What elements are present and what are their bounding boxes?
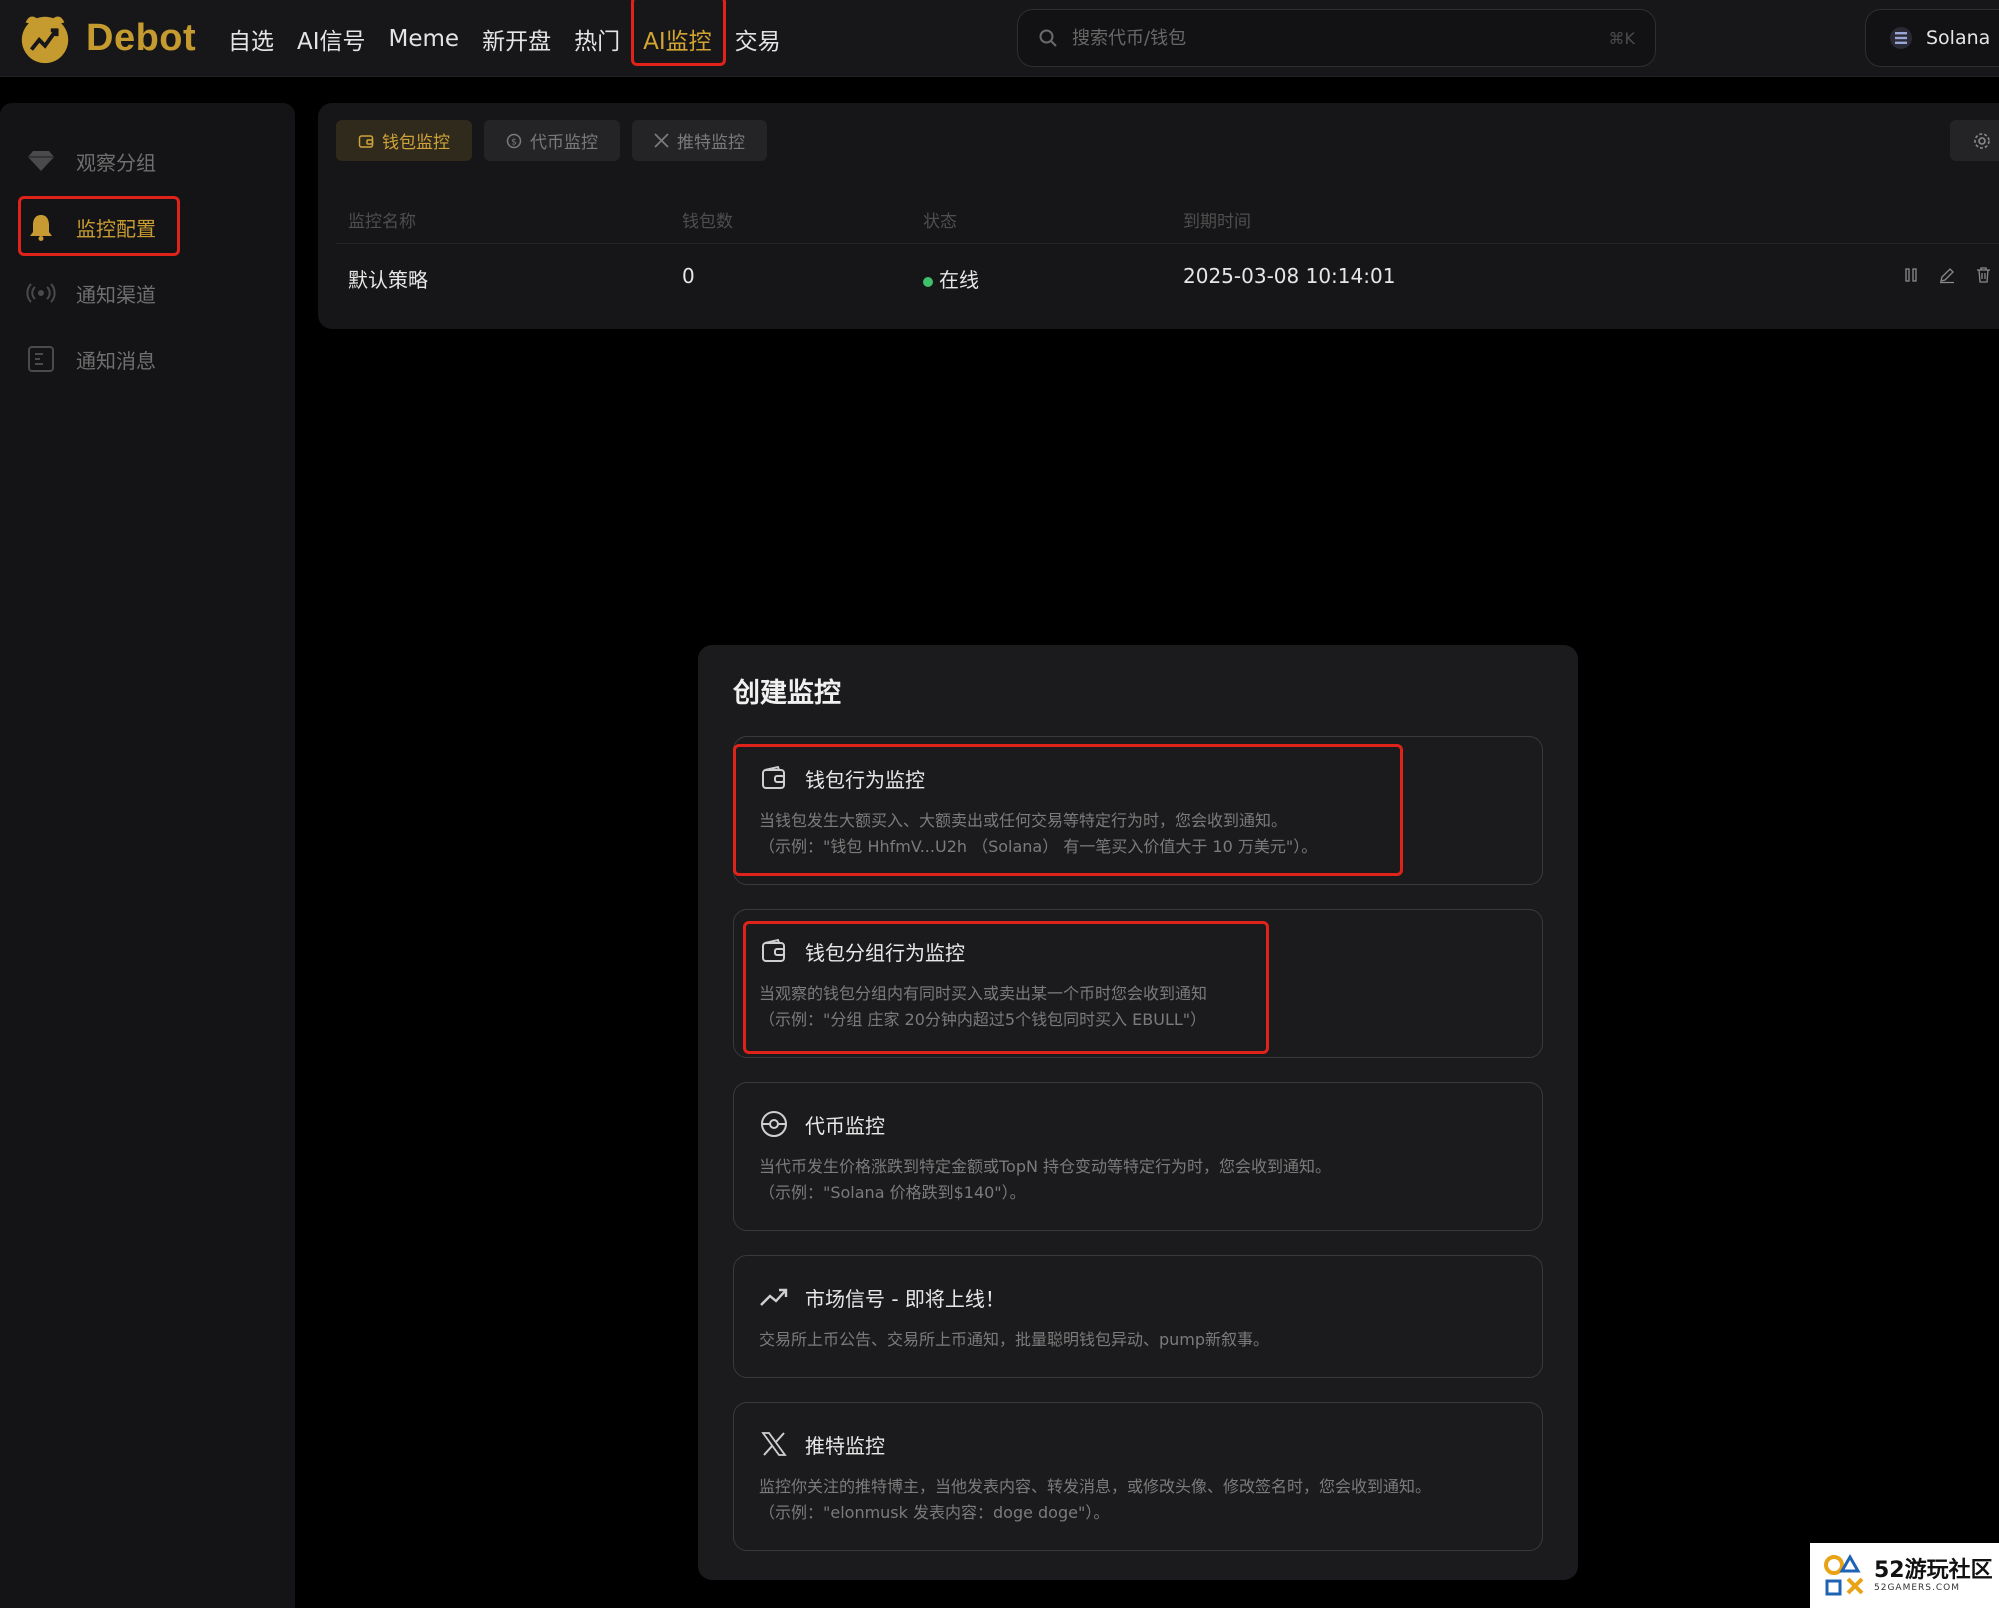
- card-example: （示例："钱包 HhfmV...U2h （Solana） 有一笔买入价值大于 1…: [759, 837, 1318, 856]
- cell-wallet-count: 0: [682, 264, 695, 288]
- table-divider: [336, 243, 1999, 244]
- column-header-status: 状态: [923, 212, 957, 232]
- bull-logo-icon: [21, 16, 69, 64]
- column-header-name: 监控名称: [348, 212, 416, 232]
- sidebar: 观察分组 监控配置 通知渠道 通知消息: [0, 103, 295, 1608]
- sidebar-item-label: 通知渠道: [76, 282, 156, 307]
- card-description: 交易所上币公告、交易所上币通知，批量聪明钱包异动、pump新叙事。: [759, 1330, 1270, 1349]
- column-header-wallets: 钱包数: [682, 212, 733, 232]
- nav-item-watchlist[interactable]: 自选: [228, 22, 274, 56]
- tab-wallet-monitor[interactable]: 钱包监控: [336, 120, 472, 161]
- search-shortcut: ⌘K: [1608, 28, 1636, 48]
- tab-twitter-monitor[interactable]: 推特监控: [632, 120, 767, 161]
- card-description: 当观察的钱包分组内有同时买入或卖出某一个币时您会收到通知: [759, 984, 1208, 1003]
- nav-item-ai-monitor[interactable]: AI监控: [631, 0, 726, 66]
- cell-status: 在线: [923, 264, 979, 293]
- delete-icon[interactable]: [1972, 264, 1994, 286]
- sidebar-item-label: 通知消息: [76, 348, 156, 373]
- brand-name: Debot: [86, 16, 197, 59]
- card-description: 监控你关注的推特博主，当他发表内容、转发消息，或修改头像、修改签名时，您会收到通…: [759, 1477, 1432, 1496]
- row-actions: [1900, 264, 1994, 286]
- cell-expire-time: 2025-03-08 10:14:01: [1183, 264, 1396, 288]
- card-title: 钱包分组行为监控: [805, 940, 965, 965]
- settings-button[interactable]: [1950, 120, 1999, 161]
- card-header: 钱包行为监控: [759, 763, 925, 793]
- card-title: 市场信号 - 即将上线！: [805, 1286, 1005, 1311]
- option-token-monitor[interactable]: 代币监控 当代币发生价格涨跌到特定金额或TopN 持仓变动等特定行为时，您会收到…: [733, 1082, 1543, 1231]
- column-header-expires: 到期时间: [1183, 212, 1251, 232]
- chain-label: Solana: [1926, 27, 1991, 49]
- card-header: 代币监控: [759, 1109, 885, 1139]
- edit-icon[interactable]: [1936, 264, 1958, 286]
- coin-icon: $: [506, 133, 522, 148]
- logo[interactable]: Debot: [16, 8, 196, 68]
- chain-selector[interactable]: Solana: [1865, 9, 1999, 67]
- tab-token-monitor[interactable]: $ 代币监控: [484, 120, 620, 161]
- sidebar-item-notify-messages[interactable]: 通知消息: [26, 335, 156, 383]
- top-bar: Debot 自选 AI信号 Meme 新开盘 热门 AI监控 交易 ⌘K Sol…: [0, 0, 1999, 77]
- card-example: （示例："elonmusk 发表内容：doge doge"）。: [759, 1503, 1110, 1522]
- watermark: 52游玩社区 52GAMERS.COM: [1810, 1543, 1999, 1608]
- diamond-icon: [26, 146, 56, 176]
- watermark-subtitle: 52GAMERS.COM: [1874, 1582, 1960, 1593]
- search-icon: [1039, 29, 1057, 47]
- card-title: 代币监控: [805, 1113, 885, 1138]
- monitor-list-panel: 钱包监控 $ 代币监控 推特监控 监控名称 钱包数 状态 到期时间 默认策略 0…: [318, 103, 1999, 329]
- wallet-icon: [759, 936, 789, 966]
- tab-label: 代币监控: [530, 133, 598, 153]
- broadcast-icon: [26, 278, 56, 308]
- search-box[interactable]: ⌘K: [1017, 9, 1656, 67]
- sidebar-item-notify-channels[interactable]: 通知渠道: [26, 269, 156, 317]
- sidebar-item-label: 观察分组: [76, 150, 156, 175]
- card-header: 钱包分组行为监控: [759, 936, 965, 966]
- option-wallet-behavior[interactable]: 钱包行为监控 当钱包发生大额买入、大额卖出或任何交易等特定行为时，您会收到通知。…: [733, 736, 1543, 885]
- gear-icon: [1974, 132, 1990, 149]
- pause-icon[interactable]: [1900, 264, 1922, 286]
- nav-item-trending[interactable]: 热门: [574, 22, 620, 56]
- card-example: （示例："Solana 价格跌到$140"）。: [759, 1183, 1026, 1202]
- nav-item-trade[interactable]: 交易: [735, 22, 781, 56]
- option-wallet-group-behavior[interactable]: 钱包分组行为监控 当观察的钱包分组内有同时买入或卖出某一个币时您会收到通知 （示…: [733, 909, 1543, 1058]
- gamepad-symbols-icon: [1824, 1553, 1864, 1595]
- svg-text:$: $: [511, 137, 517, 147]
- card-title: 推特监控: [805, 1433, 885, 1458]
- nav-item-meme[interactable]: Meme: [389, 26, 460, 52]
- nav-item-new-pairs[interactable]: 新开盘: [482, 22, 551, 56]
- modal-title: 创建监控: [733, 678, 841, 709]
- card-header: 推特监控: [759, 1429, 885, 1459]
- nav-item-ai-signal[interactable]: AI信号: [297, 22, 366, 56]
- cell-strategy-name: 默认策略: [348, 268, 428, 292]
- card-description: 当钱包发生大额买入、大额卖出或任何交易等特定行为时，您会收到通知。: [759, 811, 1288, 830]
- wallet-icon: [759, 763, 789, 793]
- main-nav: 自选 AI信号 Meme 新开盘 热门 AI监控 交易: [228, 0, 804, 77]
- option-twitter-monitor[interactable]: 推特监控 监控你关注的推特博主，当他发表内容、转发消息，或修改头像、修改签名时，…: [733, 1402, 1543, 1551]
- sidebar-item-watch-groups[interactable]: 观察分组: [26, 137, 156, 185]
- watermark-title: 52游玩社区: [1874, 1557, 1993, 1583]
- option-market-signal[interactable]: 市场信号 - 即将上线！ 交易所上币公告、交易所上币通知，批量聪明钱包异动、pu…: [733, 1255, 1543, 1378]
- create-monitor-modal: 创建监控 钱包行为监控 当钱包发生大额买入、大额卖出或任何交易等特定行为时，您会…: [698, 645, 1578, 1580]
- wallet-icon: [358, 134, 374, 148]
- card-header: 市场信号 - 即将上线！: [759, 1282, 1005, 1312]
- watermark-text: 52游玩社区 52GAMERS.COM: [1874, 1557, 1993, 1593]
- x-logo-icon: [654, 133, 669, 148]
- status-online-dot: [923, 276, 933, 287]
- solana-icon: [1890, 27, 1912, 49]
- tab-label: 推特监控: [677, 133, 745, 153]
- card-description: 当代币发生价格涨跌到特定金额或TopN 持仓变动等特定行为时，您会收到通知。: [759, 1157, 1332, 1176]
- status-text: 在线: [939, 268, 979, 292]
- message-list-icon: [26, 344, 56, 374]
- highlight-box-sidebar: [18, 196, 180, 256]
- coin-target-icon: [759, 1109, 789, 1139]
- trend-up-icon: [759, 1282, 789, 1312]
- x-logo-icon: [759, 1429, 789, 1459]
- search-input[interactable]: [1072, 27, 1609, 49]
- card-example: （示例："分组 庄家 20分钟内超过5个钱包同时买入 EBULL"）: [759, 1010, 1207, 1029]
- card-title: 钱包行为监控: [805, 767, 925, 792]
- monitor-tabs: 钱包监控 $ 代币监控 推特监控: [336, 120, 767, 161]
- tab-label: 钱包监控: [382, 133, 450, 153]
